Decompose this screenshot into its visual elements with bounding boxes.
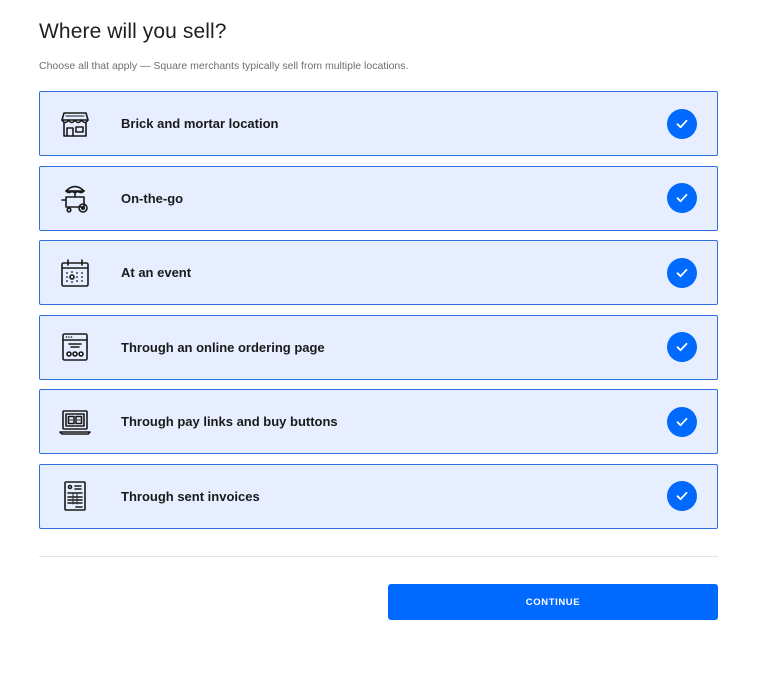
check-icon	[667, 332, 697, 363]
option-label: Through an online ordering page	[121, 339, 325, 355]
invoice-icon	[57, 478, 93, 514]
laptop-icon	[57, 404, 93, 440]
divider	[39, 556, 718, 557]
option-label: At an event	[121, 265, 192, 281]
option-label: Through pay links and buy buttons	[121, 414, 338, 430]
storefront-icon	[57, 106, 93, 142]
page-title: Where will you sell?	[39, 20, 227, 43]
option-invoices[interactable]: Through sent invoices	[39, 463, 718, 529]
check-icon	[667, 257, 697, 288]
option-on-the-go[interactable]: On-the-go	[39, 165, 718, 231]
option-label: Brick and mortar location	[121, 116, 279, 131]
page-subtitle: Choose all that apply — Square merchants…	[39, 60, 409, 72]
option-label: On-the-go	[121, 190, 184, 206]
check-icon	[667, 481, 697, 512]
food-cart-icon	[57, 180, 93, 216]
option-event[interactable]: At an event	[39, 240, 718, 306]
option-pay-links[interactable]: Through pay links and buy buttons	[39, 389, 718, 455]
options-list: Brick and mortar location On-the-go At a…	[39, 91, 718, 539]
sell-locations-page: Where will you sell? Choose all that app…	[0, 0, 768, 673]
check-icon	[667, 108, 697, 139]
check-icon	[667, 406, 697, 437]
continue-button[interactable]: CONTINUE	[388, 584, 718, 620]
option-label: Through sent invoices	[121, 488, 260, 504]
online-ordering-icon	[57, 329, 93, 365]
option-brick-and-mortar[interactable]: Brick and mortar location	[39, 91, 718, 156]
check-icon	[667, 183, 697, 214]
option-online-ordering[interactable]: Through an online ordering page	[39, 314, 718, 380]
calendar-event-icon	[57, 255, 93, 291]
